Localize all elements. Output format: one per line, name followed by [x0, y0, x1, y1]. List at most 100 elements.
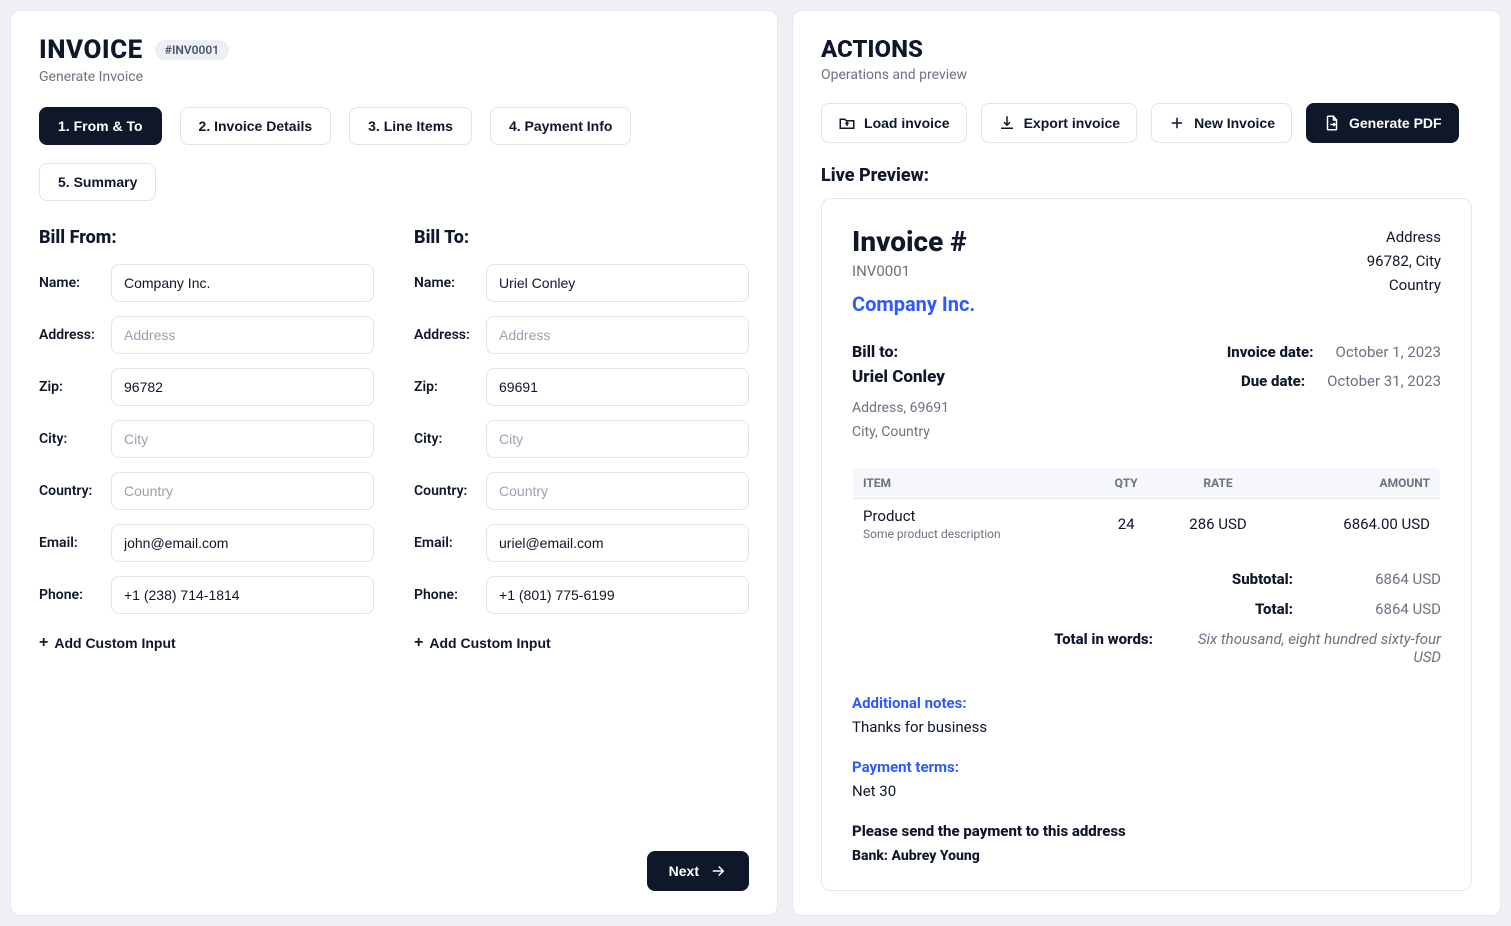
total-value: 6864 USD	[1321, 600, 1441, 618]
load-invoice-label: Load invoice	[864, 115, 950, 131]
invoice-title: INVOICE	[39, 35, 143, 65]
tab-line-items[interactable]: 3. Line Items	[349, 107, 472, 145]
invoice-form-panel: INVOICE #INV0001 Generate Invoice 1. Fro…	[10, 10, 778, 916]
payment-address-line: Please send the payment to this address	[852, 822, 1441, 840]
from-address-label: Address:	[39, 327, 101, 343]
file-export-icon	[1323, 114, 1341, 132]
from-email-input[interactable]	[111, 524, 374, 562]
from-email-label: Email:	[39, 535, 101, 551]
total-label: Total:	[1173, 600, 1293, 618]
new-invoice-label: New Invoice	[1194, 115, 1275, 131]
subtotal-label: Subtotal:	[1173, 570, 1293, 588]
preview-invoice-number: INV0001	[852, 262, 975, 280]
generate-pdf-button[interactable]: Generate PDF	[1306, 103, 1459, 143]
from-phone-input[interactable]	[111, 576, 374, 614]
invoice-number-badge: #INV0001	[155, 40, 229, 60]
th-amount: AMOUNT	[1277, 467, 1440, 498]
from-add-custom-label: Add Custom Input	[54, 635, 175, 651]
preview-due-date-label: Due date:	[1241, 372, 1305, 390]
preview-invoice-date: October 1, 2023	[1336, 343, 1442, 361]
to-phone-label: Phone:	[414, 587, 476, 603]
th-item: ITEM	[853, 467, 1094, 498]
from-zip-label: Zip:	[39, 379, 101, 395]
preview-due-date: October 31, 2023	[1327, 372, 1441, 390]
tab-summary[interactable]: 5. Summary	[39, 163, 156, 201]
export-invoice-label: Export invoice	[1024, 115, 1120, 131]
to-add-custom-label: Add Custom Input	[429, 635, 550, 651]
item-rate: 286 USD	[1159, 498, 1277, 549]
tab-invoice-details[interactable]: 2. Invoice Details	[180, 107, 332, 145]
next-button[interactable]: Next	[647, 851, 749, 891]
additional-notes-body: Thanks for business	[852, 718, 1441, 736]
actions-title: ACTIONS	[821, 35, 1472, 63]
invoice-preview: Invoice # INV0001 Company Inc. Address 9…	[821, 198, 1472, 891]
from-phone-label: Phone:	[39, 587, 101, 603]
bill-to-title: Bill To:	[414, 227, 749, 248]
bill-from-title: Bill From:	[39, 227, 374, 248]
download-icon	[998, 114, 1016, 132]
item-desc: Some product description	[863, 527, 1083, 541]
preview-invoice-date-label: Invoice date:	[1227, 343, 1314, 361]
to-country-input[interactable]	[486, 472, 749, 510]
live-preview-title: Live Preview:	[821, 165, 1472, 186]
upload-folder-icon	[838, 114, 856, 132]
preview-billto-heading: Bill to:	[852, 342, 949, 361]
load-invoice-button[interactable]: Load invoice	[821, 103, 967, 143]
from-name-input[interactable]	[111, 264, 374, 302]
preview-billto-line1: Address, 69691	[852, 397, 949, 421]
from-name-label: Name:	[39, 275, 101, 291]
to-email-input[interactable]	[486, 524, 749, 562]
item-amount: 6864.00 USD	[1277, 498, 1440, 549]
from-zip-input[interactable]	[111, 368, 374, 406]
bill-to-section: Bill To: Name: Address: Zip: City:	[414, 227, 749, 658]
preview-billto-name: Uriel Conley	[852, 367, 949, 387]
preview-addr-line1: Address	[1367, 225, 1441, 249]
plus-icon: +	[414, 634, 423, 652]
to-country-label: Country:	[414, 483, 476, 499]
invoice-subtitle: Generate Invoice	[39, 69, 749, 85]
to-zip-label: Zip:	[414, 379, 476, 395]
preview-addr-line2: 96782, City	[1367, 249, 1441, 273]
from-address-input[interactable]	[111, 316, 374, 354]
th-qty: QTY	[1093, 467, 1159, 498]
to-zip-input[interactable]	[486, 368, 749, 406]
from-city-input[interactable]	[111, 420, 374, 458]
from-country-label: Country:	[39, 483, 101, 499]
to-city-label: City:	[414, 431, 476, 447]
to-add-custom-button[interactable]: + Add Custom Input	[414, 628, 551, 658]
subtotal-value: 6864 USD	[1321, 570, 1441, 588]
from-country-input[interactable]	[111, 472, 374, 510]
to-email-label: Email:	[414, 535, 476, 551]
tab-from-to[interactable]: 1. From & To	[39, 107, 162, 145]
to-name-input[interactable]	[486, 264, 749, 302]
next-button-label: Next	[669, 863, 699, 879]
payment-terms-heading: Payment terms:	[852, 758, 1441, 776]
generate-pdf-label: Generate PDF	[1349, 115, 1442, 131]
preview-addr-line3: Country	[1367, 273, 1441, 297]
preview-sender-address: Address 96782, City Country	[1367, 225, 1441, 297]
to-phone-input[interactable]	[486, 576, 749, 614]
item-qty: 24	[1093, 498, 1159, 549]
table-row: Product Some product description 24 286 …	[853, 498, 1441, 549]
total-words-value: Six thousand, eight hundred sixty-four U…	[1181, 630, 1441, 666]
from-add-custom-button[interactable]: + Add Custom Input	[39, 628, 176, 658]
preview-items-table: ITEM QTY RATE AMOUNT Product Some produc…	[852, 467, 1441, 550]
plus-icon	[1168, 114, 1186, 132]
payment-terms-body: Net 30	[852, 782, 1441, 800]
to-address-input[interactable]	[486, 316, 749, 354]
additional-notes-heading: Additional notes:	[852, 694, 1441, 712]
to-city-input[interactable]	[486, 420, 749, 458]
preview-heading: Invoice #	[852, 225, 975, 258]
bill-from-section: Bill From: Name: Address: Zip: City:	[39, 227, 374, 658]
total-words-label: Total in words:	[1033, 630, 1153, 666]
new-invoice-button[interactable]: New Invoice	[1151, 103, 1292, 143]
export-invoice-button[interactable]: Export invoice	[981, 103, 1137, 143]
preview-billto-line2: City, Country	[852, 421, 949, 445]
arrow-right-icon	[709, 862, 727, 880]
from-city-label: City:	[39, 431, 101, 447]
th-rate: RATE	[1159, 467, 1277, 498]
to-address-label: Address:	[414, 327, 476, 343]
actions-panel: ACTIONS Operations and preview Load invo…	[792, 10, 1501, 916]
plus-icon: +	[39, 634, 48, 652]
tab-payment-info[interactable]: 4. Payment Info	[490, 107, 631, 145]
